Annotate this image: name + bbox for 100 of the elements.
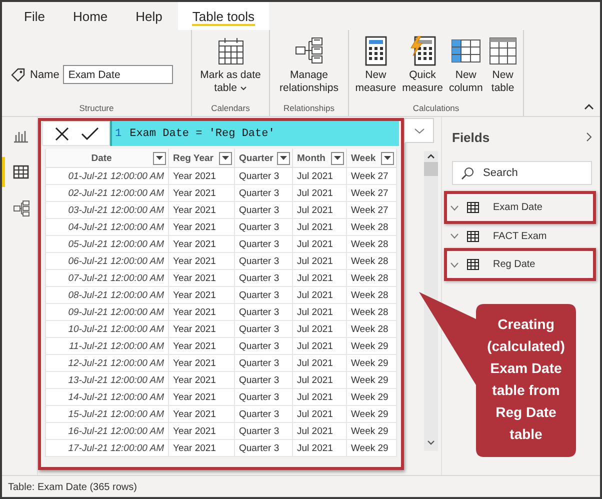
calculator-icon (364, 36, 387, 66)
table-cell: Jul 2021 (293, 219, 347, 236)
table-cell: Week 28 (347, 253, 397, 270)
chevron-down-icon (414, 128, 424, 134)
table-cell: Jul 2021 (293, 440, 347, 457)
formula-text: Exam Date = 'Reg Date' (130, 128, 275, 140)
table-cell: Quarter 3 (235, 168, 293, 185)
scroll-thumb[interactable] (424, 162, 438, 176)
ribbon-button[interactable]: New table (486, 34, 519, 103)
filter-dropdown-button[interactable] (381, 152, 394, 164)
table-cell: Week 29 (347, 355, 397, 372)
name-field[interactable]: Exam Date (63, 65, 174, 84)
table-cell: 09-Jul-21 12:00:00 AM (46, 304, 169, 321)
close-icon (55, 126, 69, 140)
chevron-right-icon[interactable] (586, 132, 592, 142)
table-cell: Year 2021 (169, 423, 235, 440)
model-icon (12, 200, 30, 216)
collapse-ribbon-icon[interactable] (584, 103, 594, 110)
caret-down-icon (156, 156, 163, 160)
table-cell: Week 28 (347, 287, 397, 304)
ribbon-button[interactable]: Mark as date table (198, 34, 263, 103)
column-header: Date (90, 152, 113, 164)
table-cell: Jul 2021 (293, 287, 347, 304)
filter-dropdown-button[interactable] (153, 152, 166, 164)
table-cell: Year 2021 (169, 185, 235, 202)
table-cell: Quarter 3 (235, 321, 293, 338)
table-cell: Quarter 3 (235, 338, 293, 355)
table-icon (467, 202, 479, 213)
chevron-down-icon (450, 262, 459, 268)
table-icon (467, 259, 479, 270)
table-cell: Year 2021 (169, 372, 235, 389)
table-cell: Week 29 (347, 338, 397, 355)
ribbon-tab[interactable]: Table tools (178, 2, 269, 30)
table-cell: Week 29 (347, 406, 397, 423)
commit-button[interactable] (81, 127, 99, 140)
table-cell: Week 29 (347, 440, 397, 457)
caret-down-icon (334, 156, 341, 160)
formula-field[interactable]: 1 Exam Date = 'Reg Date' (110, 121, 399, 146)
field-table-item[interactable]: Reg Date (444, 248, 596, 281)
table-cell: Jul 2021 (293, 168, 347, 185)
table-cell: Quarter 3 (235, 440, 293, 457)
table-cell: Year 2021 (169, 321, 235, 338)
filter-dropdown-button[interactable] (277, 152, 290, 164)
ribbon-button[interactable]: New measure (353, 34, 398, 103)
pane-title: Fields (452, 130, 490, 144)
column-header: Reg Year (173, 152, 214, 164)
filter-dropdown-button[interactable] (331, 152, 344, 164)
name-label: Name (30, 68, 60, 80)
table-cell: Year 2021 (169, 253, 235, 270)
table-cell: Year 2021 (169, 270, 235, 287)
table-cell: 14-Jul-21 12:00:00 AM (46, 389, 169, 406)
tag-icon (10, 66, 26, 82)
table-cell: Week 27 (347, 168, 397, 185)
table-cell: Quarter 3 (235, 219, 293, 236)
ribbon-tab[interactable]: Help (124, 2, 174, 30)
table-cell: Quarter 3 (235, 389, 293, 406)
cancel-button[interactable] (55, 126, 69, 140)
table-cell: Jul 2021 (293, 338, 347, 355)
chevron-up-icon[interactable] (427, 154, 435, 159)
bar-chart-icon (13, 129, 29, 143)
table-icon (467, 230, 479, 242)
chevron-down-icon (450, 204, 459, 210)
table-cell: 12-Jul-21 12:00:00 AM (46, 355, 169, 372)
relationships-icon (295, 37, 323, 65)
calendar-icon (218, 37, 244, 65)
table-cell: 04-Jul-21 12:00:00 AM (46, 219, 169, 236)
table-cell: 08-Jul-21 12:00:00 AM (46, 287, 169, 304)
table-cell: Year 2021 (169, 287, 235, 304)
ribbon-button[interactable]: Quick measure (400, 34, 445, 103)
ribbon-button[interactable]: Manage relationships (278, 34, 340, 103)
table-cell: 15-Jul-21 12:00:00 AM (46, 406, 169, 423)
caret-down-icon (384, 156, 391, 160)
table-cell: Week 28 (347, 321, 397, 338)
table-cell: Week 27 (347, 185, 397, 202)
field-table-item[interactable]: FACT Exam (444, 224, 596, 248)
table-cell: Jul 2021 (293, 253, 347, 270)
column-grid-icon (450, 39, 481, 63)
table-cell: Year 2021 (169, 202, 235, 219)
table-cell: Jul 2021 (293, 389, 347, 406)
table-cell: Quarter 3 (235, 406, 293, 423)
field-table-item[interactable]: Exam Date (444, 191, 596, 224)
table-cell: Year 2021 (169, 168, 235, 185)
vertical-scrollbar[interactable] (424, 151, 438, 451)
table-cell: Week 28 (347, 219, 397, 236)
callout-text: Creating (calculated) Exam Date table from Reg Date table (486, 315, 566, 444)
filter-dropdown-button[interactable] (219, 152, 232, 164)
table-cell: Quarter 3 (235, 202, 293, 219)
group-label: Calculations (412, 103, 460, 115)
table-cell: Week 29 (347, 389, 397, 406)
table-cell: Jul 2021 (293, 185, 347, 202)
table-cell: 03-Jul-21 12:00:00 AM (46, 202, 169, 219)
group-label: Calendars (211, 103, 250, 115)
ribbon-tab[interactable]: File (12, 2, 57, 30)
table-cell: 11-Jul-21 12:00:00 AM (46, 338, 169, 355)
ribbon-tab[interactable]: Home (60, 2, 120, 30)
table-cell: Jul 2021 (293, 321, 347, 338)
ribbon-button[interactable]: New column (446, 34, 485, 103)
search-field[interactable]: Search (452, 161, 592, 185)
table-cell: Year 2021 (169, 440, 235, 457)
chevron-down-icon[interactable] (427, 440, 435, 445)
